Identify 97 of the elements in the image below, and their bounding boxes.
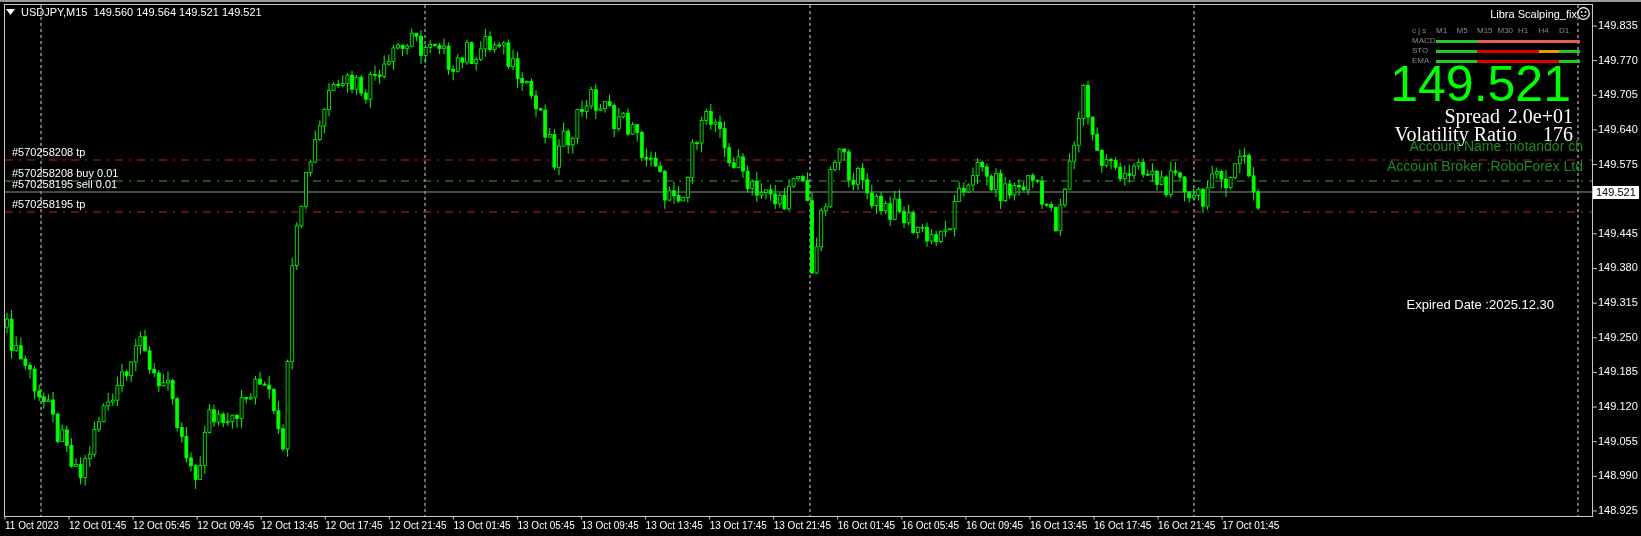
price-tick-label: 149.055: [1598, 434, 1638, 448]
symbol-label: USDJPY,M15: [21, 6, 88, 18]
time-tick-label: 16 Oct 17:45: [1094, 520, 1152, 532]
price-tick-label: 149.575: [1598, 157, 1638, 171]
axis-tick: [1592, 60, 1598, 62]
price-tick-label: 149.380: [1598, 261, 1638, 275]
time-tick-label: 13 Oct 21:45: [773, 520, 831, 532]
ohlc-values: 149.560 149.564 149.521 149.521: [93, 6, 262, 18]
axis-tick: [1592, 510, 1598, 512]
timeframe-label: M30: [1497, 27, 1515, 35]
timeframe-label: M5: [1456, 27, 1469, 35]
axis-tick: [1592, 268, 1598, 269]
price-tick-label: 149.770: [1598, 53, 1638, 67]
axis-tick: [581, 515, 583, 520]
price-tick-label: 149.705: [1598, 88, 1638, 102]
axis-tick: [324, 515, 326, 520]
spread-value: 2.0e+01: [1507, 106, 1573, 126]
price-tick-label: 148.925: [1598, 503, 1638, 517]
axis-tick: [1592, 25, 1598, 27]
indicator-header: c j s: [1412, 27, 1428, 35]
axis-tick: [965, 515, 967, 520]
axis-tick: [1592, 233, 1598, 235]
timeframe-label: M1: [1436, 27, 1449, 35]
time-tick-label: 16 Oct 05:45: [901, 520, 960, 532]
axis-tick: [645, 515, 647, 520]
price-tick-label: 149.315: [1598, 296, 1638, 310]
time-tick-label: 12 Oct 01:45: [69, 520, 127, 532]
spread-label: Spread: [1444, 106, 1500, 126]
price-tick-label: 149.640: [1598, 122, 1638, 136]
time-tick-label: 12 Oct 09:45: [197, 520, 255, 532]
order-label: #570258195 tp: [12, 198, 86, 211]
bid-price: 149.521: [1390, 65, 1571, 103]
axis-tick: [1592, 164, 1598, 166]
time-tick-label: 13 Oct 01:45: [453, 520, 511, 532]
time-tick-label: 12 Oct 17:45: [325, 520, 383, 532]
order-label: #570258208 tp: [12, 146, 86, 159]
order-line[interactable]: [4, 159, 1593, 161]
indicator-row-label: MACD: [1412, 37, 1436, 45]
time-tick-label: 13 Oct 17:45: [709, 520, 767, 532]
axis-tick: [901, 515, 903, 520]
axis-tick: [1093, 515, 1095, 520]
axis-tick: [1221, 515, 1223, 520]
axis-tick: [517, 515, 518, 520]
order-label: #570258195 sell 0.01: [12, 178, 118, 191]
timeframe-label: D1: [1559, 27, 1571, 35]
time-tick-label: 16 Oct 01:45: [837, 520, 896, 532]
axis-tick: [388, 515, 390, 520]
axis-tick: [132, 515, 134, 520]
axis-tick: [452, 515, 454, 520]
price-tick-label: 148.990: [1598, 469, 1638, 483]
axis-tick: [1592, 406, 1598, 408]
current-price-label: 149.521: [1593, 186, 1639, 200]
dropdown-icon[interactable]: [6, 9, 15, 15]
order-line[interactable]: [4, 191, 1593, 193]
axis-tick: [68, 515, 70, 520]
time-tick-label: 16 Oct 09:45: [965, 520, 1024, 532]
price-tick-label: 149.835: [1598, 19, 1638, 32]
time-tick-label: 17 Oct 01:45: [1222, 520, 1280, 532]
time-tick-label: 11 Oct 2023: [5, 520, 59, 532]
order-line[interactable]: [4, 180, 1593, 182]
price-tick-label: 149.185: [1598, 365, 1638, 379]
timeframe-label: H4: [1538, 27, 1550, 35]
time-tick-label: 12 Oct 13:45: [261, 520, 319, 532]
smiley-icon[interactable]: [1577, 7, 1590, 20]
timeframe-label: M15: [1477, 27, 1494, 35]
axis-tick: [1592, 129, 1598, 131]
time-tick-label: 16 Oct 21:45: [1158, 520, 1216, 532]
time-tick-label: 13 Oct 05:45: [517, 520, 575, 532]
time-tick-label: 12 Oct 21:45: [389, 520, 447, 532]
indicator-row-label: EMA: [1412, 57, 1431, 65]
axis-tick: [773, 515, 775, 520]
indicator-row-label: STO: [1412, 47, 1430, 55]
axis-tick: [196, 515, 198, 520]
time-tick-label: 13 Oct 13:45: [645, 520, 703, 532]
axis-tick: [1592, 475, 1598, 477]
axis-tick: [4, 515, 6, 520]
axis-tick: [1592, 302, 1598, 304]
axis-tick: [1592, 371, 1598, 373]
time-tick-label: 16 Oct 13:45: [1029, 520, 1088, 532]
time-tick-label: 12 Oct 05:45: [133, 520, 191, 532]
indicator-title: Libra Scalping_fix: [1490, 8, 1577, 21]
axis-tick: [1592, 337, 1598, 339]
axis-tick: [260, 515, 262, 520]
order-label: #570258208 buy 0.01: [12, 167, 119, 180]
price-tick-label: 149.120: [1598, 400, 1638, 414]
account-broker: Account Broker :RoboForex Ltd: [1386, 159, 1583, 174]
price-tick-label: 149.250: [1598, 330, 1638, 344]
axis-tick: [837, 515, 839, 520]
axis-tick: [1157, 515, 1159, 520]
expiry-date: Expired Date :2025.12.30: [1406, 298, 1554, 311]
axis-tick: [1592, 441, 1598, 443]
axis-tick: [1029, 515, 1031, 520]
axis-tick: [1592, 94, 1598, 96]
price-tick-label: 149.445: [1598, 226, 1638, 240]
timeframe-label: H1: [1518, 27, 1530, 35]
time-tick-label: 13 Oct 09:45: [581, 520, 639, 532]
axis-tick: [709, 515, 711, 520]
